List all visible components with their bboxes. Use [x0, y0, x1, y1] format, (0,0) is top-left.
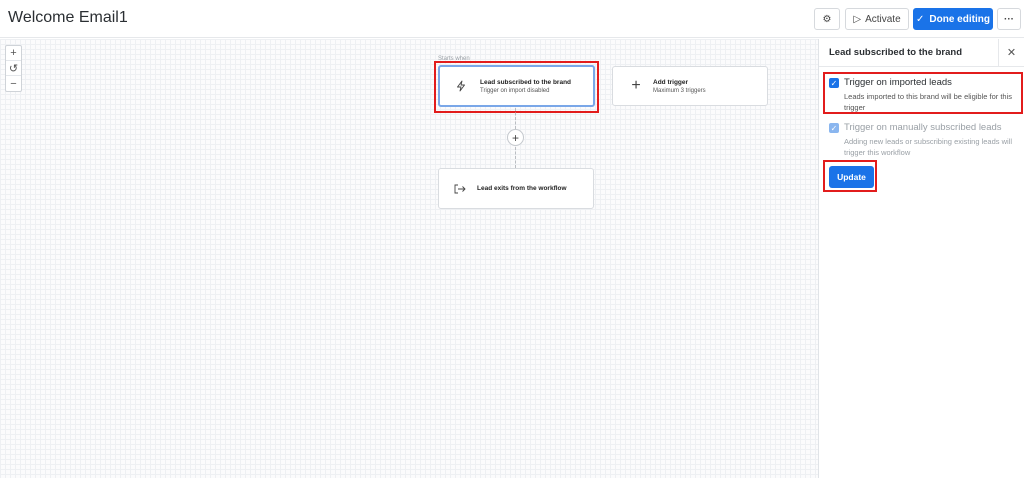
- workflow-title: Welcome Email1: [8, 9, 128, 26]
- close-panel-button[interactable]: ✕: [998, 38, 1024, 67]
- activate-label: Activate: [865, 13, 901, 25]
- trigger-card-title: Lead subscribed to the brand: [480, 78, 572, 86]
- starts-when-label: Starts when: [438, 56, 470, 62]
- checkbox-manually-subscribed[interactable]: ✓: [829, 123, 839, 133]
- add-trigger-subtitle: Maximum 3 triggers: [653, 87, 706, 94]
- more-icon: ···: [1004, 13, 1014, 25]
- done-editing-label: Done editing: [929, 13, 990, 25]
- done-editing-button[interactable]: ✓ Done editing: [913, 8, 993, 30]
- top-bar: Welcome Email1 ⚙ ▷ Activate ✓ Done editi…: [0, 0, 1024, 38]
- plus-icon: +: [631, 77, 641, 94]
- zoom-in-button[interactable]: +: [6, 46, 21, 61]
- exit-card[interactable]: Lead exits from the workflow: [438, 168, 594, 209]
- panel-title: Lead subscribed to the brand: [829, 47, 963, 58]
- option-description: Leads imported to this brand will be eli…: [844, 92, 1013, 112]
- zoom-controls: + ↺ −: [5, 45, 22, 92]
- panel-header: Lead subscribed to the brand ✕: [819, 38, 1024, 67]
- settings-icon: ⚙: [822, 13, 832, 25]
- zoom-out-button[interactable]: −: [6, 76, 21, 91]
- add-trigger-card[interactable]: + Add trigger Maximum 3 triggers: [612, 66, 768, 106]
- close-icon: ✕: [1006, 47, 1017, 59]
- connector-line: [515, 147, 516, 168]
- checkbox-imported-leads[interactable]: ✓: [829, 78, 839, 88]
- lightning-icon: [454, 79, 468, 93]
- add-trigger-title: Add trigger: [653, 78, 689, 86]
- exit-icon: [453, 182, 467, 196]
- check-icon: ✓: [916, 13, 925, 25]
- activate-button[interactable]: ▷ Activate: [845, 8, 909, 30]
- option-label: Trigger on imported leads: [844, 77, 952, 88]
- update-button[interactable]: Update: [829, 166, 874, 188]
- settings-button[interactable]: ⚙: [814, 8, 840, 30]
- add-step-button[interactable]: +: [507, 129, 524, 146]
- more-button[interactable]: ···: [997, 8, 1021, 30]
- option-label: Trigger on manually subscribed leads: [844, 122, 1002, 133]
- option-manually-subscribed[interactable]: ✓ Trigger on manually subscribed leads A…: [829, 122, 1023, 158]
- trigger-card-subtitle: Trigger on import disabled: [480, 87, 550, 94]
- trigger-card-lead-subscribed[interactable]: Lead subscribed to the brand Trigger on …: [438, 65, 595, 107]
- exit-card-title: Lead exits from the workflow: [477, 185, 567, 192]
- trigger-settings-panel: Lead subscribed to the brand ✕ ✓ Trigger…: [818, 38, 1024, 478]
- play-icon: ▷: [853, 13, 862, 25]
- option-description: Adding new leads or subscribing existing…: [844, 137, 1013, 157]
- reset-zoom-button[interactable]: ↺: [6, 61, 21, 76]
- option-imported-leads[interactable]: ✓ Trigger on imported leads Leads import…: [829, 77, 1023, 113]
- connector-line: [515, 108, 516, 129]
